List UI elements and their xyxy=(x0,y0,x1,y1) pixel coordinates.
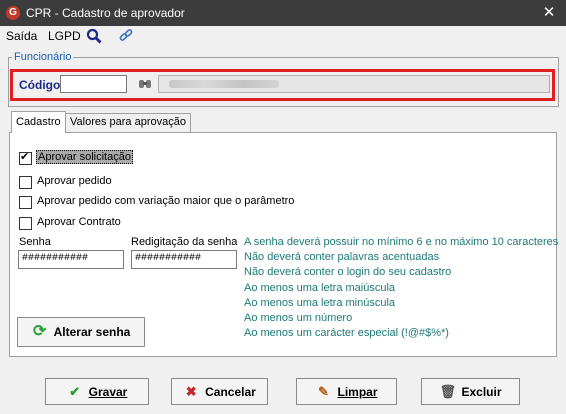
checkbox-label: Aprovar pedido xyxy=(37,175,112,187)
menu-saida[interactable]: Saída xyxy=(6,29,37,43)
excluir-button[interactable]: 🗑 Excluir xyxy=(421,378,520,405)
cancelar-button[interactable]: ✖ Cancelar xyxy=(171,378,268,405)
checkmark-icon: ✔ xyxy=(69,384,81,399)
password-rule: Ao menos um carácter especial (!@#$%*) xyxy=(244,327,449,339)
password-rule: Ao menos uma letra minúscula xyxy=(244,297,396,309)
redacted-name xyxy=(169,80,279,88)
alterar-senha-button[interactable]: ⟳ Alterar senha xyxy=(17,317,145,347)
password-rule: Ao menos uma letra maiúscula xyxy=(244,282,396,294)
checkbox-box[interactable] xyxy=(19,150,32,165)
tab-valores-para-aprovacao[interactable]: Valores para aprovação xyxy=(65,113,191,132)
redigitacao-input[interactable]: ########### xyxy=(131,250,237,269)
senha-input[interactable]: ########### xyxy=(18,250,124,269)
checkbox-box[interactable] xyxy=(19,217,32,230)
checkbox-box[interactable] xyxy=(19,196,32,209)
magnifier-icon[interactable] xyxy=(86,28,102,44)
funcionario-name-field xyxy=(158,75,550,93)
codigo-input[interactable] xyxy=(60,75,127,93)
close-icon[interactable]: ✕ xyxy=(532,0,566,26)
link-icon[interactable] xyxy=(118,28,134,44)
limpar-button[interactable]: ✎ Limpar xyxy=(296,378,397,405)
trash-icon: 🗑 xyxy=(439,384,456,399)
redigitacao-label: Redigitação da senha xyxy=(131,236,238,248)
binoculars-icon[interactable] xyxy=(138,78,152,93)
broom-icon: ✎ xyxy=(318,384,329,399)
senha-label: Senha xyxy=(19,236,51,248)
menu-bar: Saída LGPD xyxy=(0,26,566,46)
password-rule: A senha deverá possuir no mínimo 6 e no … xyxy=(244,236,559,248)
cancelar-label: Cancelar xyxy=(205,385,256,399)
checkbox-box[interactable] xyxy=(19,176,32,189)
checkbox-label: Aprovar Contrato xyxy=(37,216,121,228)
password-rule: Não deverá conter o login do seu cadastr… xyxy=(244,266,452,278)
alterar-senha-label: Alterar senha xyxy=(53,325,131,339)
gravar-label: Gravar xyxy=(88,385,128,399)
password-rule: Não deverá conter palavras acentuadas xyxy=(244,251,440,263)
app-logo-icon: G xyxy=(6,6,20,20)
gravar-button[interactable]: ✔ Gravar xyxy=(45,378,149,405)
refresh-icon: ⟳ xyxy=(32,323,47,340)
title-bar: G CPR - Cadastro de aprovador ✕ xyxy=(0,0,566,26)
menu-lgpd[interactable]: LGPD xyxy=(48,29,81,43)
codigo-label: Código xyxy=(19,78,61,92)
checkbox-label: Aprovar solicitação xyxy=(36,150,133,164)
excluir-label: Excluir xyxy=(461,385,502,399)
funcionario-legend: Funcionário xyxy=(12,51,74,63)
tab-cadastro[interactable]: Cadastro xyxy=(11,111,66,133)
checkbox-label: Aprovar pedido com variação maior que o … xyxy=(37,195,295,207)
password-rule: Ao menos um número xyxy=(244,312,353,324)
limpar-label: Limpar xyxy=(337,385,378,399)
window-title: CPR - Cadastro de aprovador xyxy=(26,6,185,20)
cancel-x-icon: ✖ xyxy=(185,384,197,399)
